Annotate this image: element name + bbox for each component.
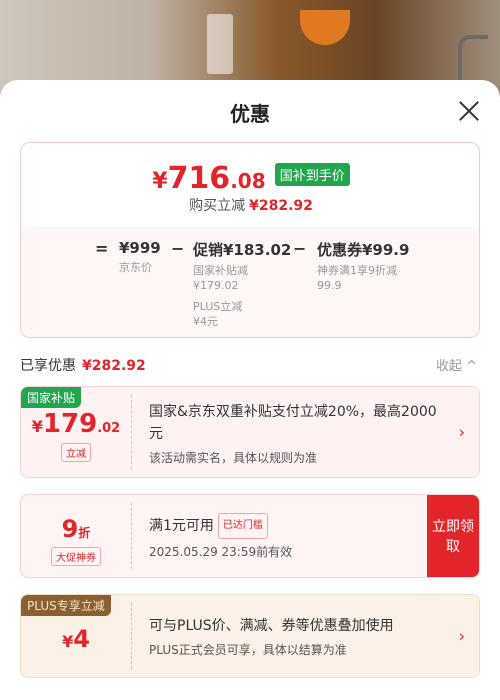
formula-equals: = <box>95 239 109 258</box>
coupon-discount: 9 <box>61 515 79 543</box>
promo-sub1-value: ¥179.02 <box>193 279 239 292</box>
original-price-label: 京东价 <box>119 261 152 274</box>
promo-sub1-label: 国家补贴减 <box>193 264 248 277</box>
card-amount: ¥179.02 立减 <box>31 409 121 462</box>
sheet-title: 优惠 <box>230 102 270 126</box>
promo-sub2-label: PLUS立减 <box>193 300 243 313</box>
amount-tag: 立减 <box>61 443 91 462</box>
claim-button[interactable]: 立即领取 <box>427 495 479 577</box>
card-amount: ¥4 <box>62 625 90 653</box>
orange-image <box>300 10 350 45</box>
promo-sub2-value: ¥4元 <box>193 315 218 328</box>
price-decimal: .08 <box>230 169 266 193</box>
chevron-right-icon: › <box>458 626 465 646</box>
formula-minus-1: − <box>171 239 185 258</box>
threshold-tag: 已达门槛 <box>217 513 268 539</box>
card-description: 国家&京东双重补贴支付立减20%，最高2000元 <box>149 404 437 442</box>
card-description: 可与PLUS价、满减、券等优惠叠加使用 <box>149 618 394 634</box>
faucet-image <box>458 35 488 85</box>
coupon-amount: 优惠券¥99.9 <box>317 241 410 259</box>
price-integer: 716 <box>167 161 231 196</box>
glass-image <box>207 14 233 74</box>
national-subsidy-card[interactable]: 国家补贴 ¥179.02 立减 国家&京东双重补贴支付立减20%，最高2000元… <box>20 386 480 478</box>
promo-amount: 促销¥183.02 <box>193 241 292 259</box>
card-expiry: 2025.05.29 23:59前有效 <box>149 545 293 559</box>
card-amount: 9折 大促神券 <box>21 495 131 577</box>
save-row: 购买立减 ¥282.92 <box>21 195 479 215</box>
plus-discount-card[interactable]: PLUS专享立减 ¥4 可与PLUS价、满减、券等优惠叠加使用 PLUS正式会员… <box>20 594 480 678</box>
formula-original: ¥999 京东价 <box>119 239 161 275</box>
card-divider <box>131 603 132 669</box>
enjoyed-discount: 已享优惠 ¥282.92 <box>20 355 146 375</box>
card-note: 该活动需实名，具体以规则为准 <box>149 451 318 465</box>
card-divider <box>131 395 132 469</box>
price-summary-card: ¥716.08 国补到手价 购买立减 ¥282.92 = ¥999 京东价 − 促… <box>20 142 480 338</box>
final-price: ¥716.08 国补到手价 <box>21 161 479 196</box>
coupon-sub-value: 99.9 <box>317 279 342 292</box>
close-icon[interactable] <box>456 98 482 124</box>
formula-promo: 促销¥183.02 国家补贴减 ¥179.02 PLUS立减 ¥4元 <box>193 239 291 329</box>
coupon-type-tag: 大促神券 <box>51 547 101 566</box>
subsidy-amount: 179 <box>42 409 98 439</box>
card-detail: 满1元可用 已达门槛 2025.05.29 23:59前有效 <box>149 513 419 560</box>
save-amount: ¥282.92 <box>249 198 313 214</box>
chevron-right-icon: › <box>458 422 465 442</box>
collapse-toggle[interactable]: 收起 ^ <box>436 355 477 374</box>
card-divider <box>131 503 132 569</box>
discount-sheet: 优惠 ¥716.08 国补到手价 购买立减 ¥282.92 = ¥999 京东价 … <box>0 80 500 700</box>
save-label: 购买立减 <box>189 198 246 214</box>
coupon-sub-label: 神券满1享9折减 <box>317 264 397 277</box>
card-note: PLUS正式会员可享，具体以结算为准 <box>149 643 347 657</box>
formula-coupon: 优惠券¥99.9 神券满1享9折减 99.9 <box>317 239 409 293</box>
plus-amount: 4 <box>73 625 90 653</box>
card-description: 满1元可用 已达门槛 <box>149 513 419 539</box>
card-detail: 可与PLUS价、满减、券等优惠叠加使用 PLUS正式会员可享，具体以结算为准 <box>149 615 449 658</box>
enjoyed-label: 已享优惠 <box>20 358 76 374</box>
discount-coupon-card[interactable]: 9折 大促神券 满1元可用 已达门槛 2025.05.29 23:59前有效 立即… <box>20 494 480 578</box>
enjoyed-amount: ¥282.92 <box>82 358 146 374</box>
original-price: ¥999 <box>119 239 161 257</box>
card-detail: 国家&京东双重补贴支付立减20%，最高2000元 该活动需实名，具体以规则为准 <box>149 401 449 466</box>
formula-minus-2: − <box>293 239 307 258</box>
price-currency: ¥ <box>152 169 168 194</box>
subsidy-price-badge: 国补到手价 <box>274 163 350 186</box>
